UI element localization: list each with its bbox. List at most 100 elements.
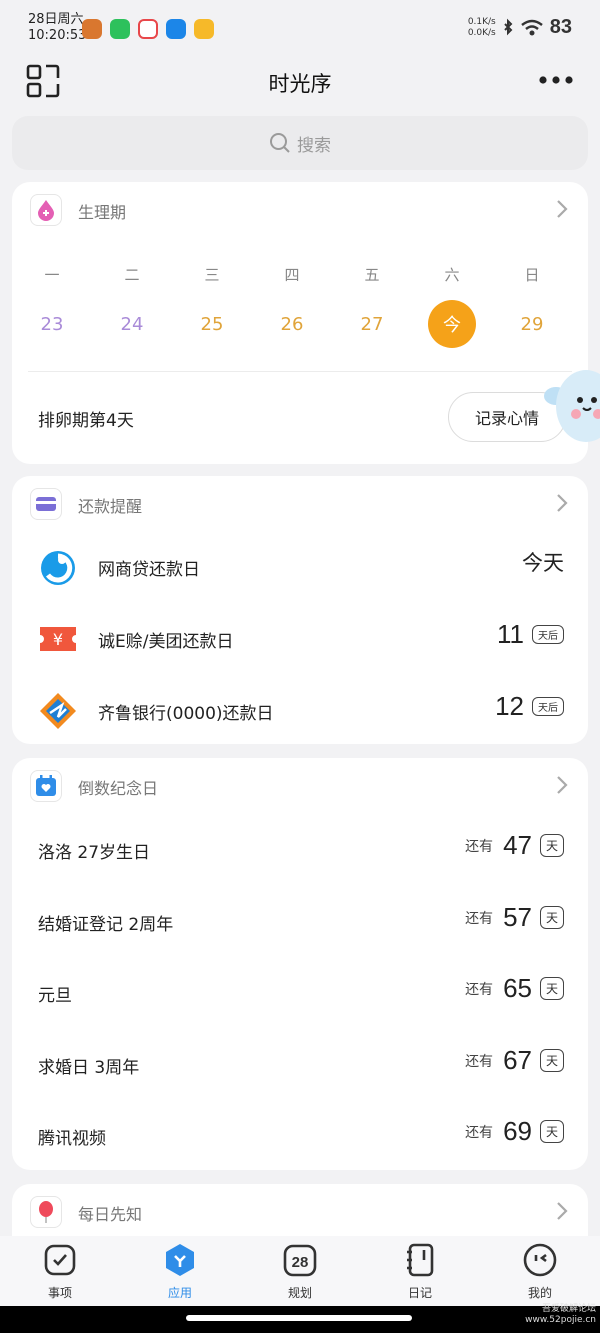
network-speed: 0.1K/s 0.0K/s — [468, 17, 496, 39]
remaining-prefix: 还有 — [465, 838, 494, 855]
countdown-name: 结婚证登记 2周年 — [38, 915, 174, 935]
tab-apps[interactable]: 应用 — [120, 1236, 240, 1306]
net-up: 0.1K/s — [467, 16, 496, 27]
date-cell[interactable]: 25 — [188, 300, 236, 348]
chevron-right-icon[interactable] — [554, 198, 570, 220]
search-icon — [270, 133, 290, 153]
countdown-days: 47 — [503, 830, 532, 860]
calendar-heart-icon — [30, 770, 62, 802]
day-unit-tag: 天 — [539, 1049, 564, 1072]
mascot-bubble-icon[interactable] — [542, 366, 600, 446]
weekday-label: 二 — [124, 266, 140, 284]
tab-label: 事项 — [47, 1286, 72, 1300]
chevron-right-icon[interactable] — [554, 1200, 570, 1222]
countdown-name: 求婚日 3周年 — [38, 1058, 140, 1078]
search-bar[interactable]: 搜索 — [12, 116, 588, 170]
remaining-prefix: 还有 — [465, 1053, 494, 1070]
countdown-card[interactable]: 倒数纪念日 洛洛 27岁生日 还有 47 天 结婚证登记 2周年 还有 57 天… — [12, 758, 588, 1170]
chevron-right-icon[interactable] — [554, 492, 570, 514]
countdown-name: 洛洛 27岁生日 — [38, 843, 151, 863]
calendar-number: 28 — [292, 1254, 309, 1271]
repayment-days: 12 — [495, 691, 524, 721]
repayment-row[interactable]: 网商贷还款日 今天 — [12, 537, 588, 597]
countdown-row[interactable]: 求婚日 3周年 还有 67 天 — [12, 1035, 588, 1095]
countdown-row[interactable]: 腾讯视频 还有 69 天 — [12, 1106, 588, 1166]
weekday-label: 三 — [204, 266, 220, 284]
top-bar: 时光序 — [0, 56, 600, 106]
countdown-remaining: 还有 57 天 — [465, 902, 564, 933]
countdown-row[interactable]: 元旦 还有 65 天 — [12, 963, 588, 1023]
remaining-prefix: 还有 — [465, 1124, 494, 1141]
countdown-remaining: 还有 65 天 — [465, 973, 564, 1004]
notification-icons — [82, 19, 214, 39]
weekday-label: 日 — [524, 266, 540, 284]
countdown-days: 69 — [503, 1116, 532, 1146]
repayment-card-header[interactable]: 还款提醒 — [12, 476, 588, 532]
check-square-icon — [44, 1244, 76, 1276]
home-indicator[interactable] — [186, 1315, 412, 1321]
repayment-row[interactable]: 齐鲁银行(0000)还款日 12 天后 — [12, 681, 588, 741]
period-card-header[interactable]: 生理期 — [12, 182, 588, 238]
more-icon[interactable] — [538, 68, 574, 92]
countdown-remaining: 还有 67 天 — [465, 1045, 564, 1076]
tab-label: 日记 — [407, 1286, 432, 1300]
tab-profile[interactable]: 我的 — [480, 1236, 600, 1306]
repayment-name: 齐鲁银行(0000)还款日 — [98, 704, 274, 724]
day-unit-tag: 天 — [539, 834, 564, 857]
period-title: 生理期 — [78, 203, 127, 222]
date-cell[interactable]: 29 — [508, 300, 556, 348]
notebook-icon — [407, 1243, 434, 1277]
meituan-coupon-logo-icon: ¥ — [40, 627, 76, 651]
date-cell[interactable]: 24 — [108, 300, 156, 348]
status-date: 28日周六 — [28, 12, 84, 27]
status-right: 0.1K/s 0.0K/s 83 — [468, 16, 572, 39]
countdown-card-header[interactable]: 倒数纪念日 — [12, 758, 588, 814]
countdown-title: 倒数纪念日 — [78, 779, 159, 798]
chevron-right-icon[interactable] — [554, 774, 570, 796]
repayment-name: 诚E赊/美团还款日 — [98, 632, 234, 652]
page-title: 时光序 — [268, 72, 332, 96]
day-unit-tag: 天 — [539, 906, 564, 929]
period-card[interactable]: 生理期 一 二 三 四 五 六 日 23 24 25 26 27 今 29 排卵… — [12, 182, 588, 464]
blue-robot-app-icon — [166, 19, 186, 39]
battery-level: 83 — [549, 16, 572, 38]
wifi-icon — [520, 19, 543, 35]
profile-face-icon — [523, 1243, 557, 1277]
countdown-row[interactable]: 洛洛 27岁生日 还有 47 天 — [12, 820, 588, 880]
countdown-name: 元旦 — [38, 986, 72, 1006]
tab-label: 我的 — [527, 1286, 552, 1300]
bottom-tab-bar: 事项 应用 28 规划 日记 我的 — [0, 1236, 600, 1306]
balloon-icon — [30, 1196, 62, 1228]
date-cell-today[interactable]: 今 — [428, 300, 476, 348]
repayment-due: 11 天后 — [497, 619, 564, 650]
net-down: 0.0K/s — [467, 27, 496, 38]
repayment-days: 11 — [497, 619, 524, 649]
days-later-tag: 天后 — [532, 697, 564, 716]
repayment-row[interactable]: ¥ 诚E赊/美团还款日 11 天后 — [12, 609, 588, 669]
status-time: 10:20:53 — [28, 28, 87, 43]
countdown-row[interactable]: 结婚证登记 2周年 还有 57 天 — [12, 892, 588, 952]
repayment-card[interactable]: 还款提醒 网商贷还款日 今天 ¥ 诚E赊/美团还款日 11 天后 齐鲁银行(00… — [12, 476, 588, 744]
tab-diary[interactable]: 日记 — [360, 1236, 480, 1306]
daily-title: 每日先知 — [78, 1205, 143, 1224]
repayment-title: 还款提醒 — [78, 497, 143, 516]
weekday-label: 五 — [364, 266, 380, 284]
tab-planning[interactable]: 28 规划 — [240, 1236, 360, 1306]
qilu-bank-logo-icon — [40, 693, 76, 729]
remaining-prefix: 还有 — [465, 981, 494, 998]
date-cell[interactable]: 27 — [348, 300, 396, 348]
tab-items[interactable]: 事项 — [0, 1236, 120, 1306]
search-placeholder: 搜索 — [297, 135, 331, 156]
date-cell[interactable]: 23 — [28, 300, 76, 348]
daily-card-header[interactable]: 每日先知 — [12, 1184, 588, 1236]
daily-card[interactable]: 每日先知 — [12, 1184, 588, 1236]
date-cell[interactable]: 26 — [268, 300, 316, 348]
tab-label: 应用 — [167, 1286, 192, 1300]
weekday-row: 一 二 三 四 五 六 日 — [40, 264, 544, 285]
tiger-app-icon — [82, 19, 102, 39]
weekday-label: 六 — [444, 266, 460, 284]
yellow-app-icon — [194, 19, 214, 39]
ovulation-status: 排卵期第4天 — [38, 411, 134, 431]
watermark-line: 吾爱破解论坛 — [541, 1304, 596, 1314]
countdown-name: 腾讯视频 — [38, 1129, 106, 1149]
